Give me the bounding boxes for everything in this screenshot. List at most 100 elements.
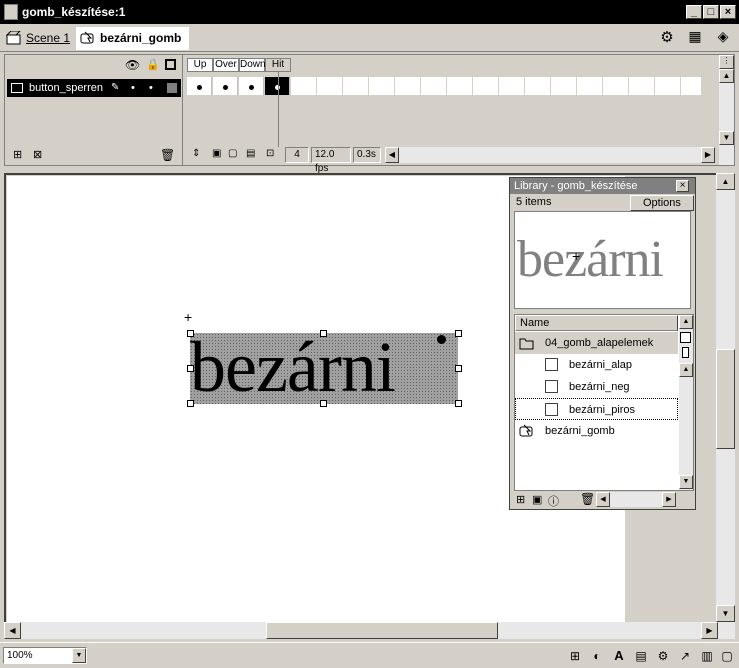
- delete-icon[interactable]: 🗑: [580, 492, 595, 506]
- add-guide-layer-icon[interactable]: ⊠: [33, 150, 47, 162]
- center-frame-icon[interactable]: ⇕: [189, 147, 203, 163]
- library-vscroll[interactable]: ▲ ▲ ▼: [679, 315, 693, 490]
- button-icon: [519, 424, 533, 437]
- symbol-tab[interactable]: bezárni_gomb: [76, 27, 190, 50]
- wide-view-icon[interactable]: [680, 332, 691, 343]
- scroll-right-icon[interactable]: ▶: [662, 492, 676, 507]
- library-hscroll[interactable]: [610, 492, 662, 507]
- list-item[interactable]: bezárni_neg: [515, 376, 678, 398]
- frame-up[interactable]: [187, 77, 212, 95]
- scene-icon: [6, 31, 21, 45]
- selection-handle[interactable]: [320, 330, 327, 337]
- frame-down[interactable]: [239, 77, 264, 95]
- transform-point[interactable]: [437, 335, 446, 344]
- selection-handle[interactable]: [187, 400, 194, 407]
- delete-layer-icon[interactable]: 🗑: [160, 149, 175, 162]
- narrow-view-icon[interactable]: [682, 347, 689, 358]
- chevron-down-icon[interactable]: ▼: [72, 648, 86, 663]
- scroll-thumb[interactable]: [266, 622, 498, 639]
- name-column-header[interactable]: Name: [515, 315, 678, 331]
- frame-number: 4: [285, 147, 309, 163]
- library-icon[interactable]: ▥: [700, 649, 714, 663]
- library-title-bar[interactable]: Library - gomb_készítése ×: [510, 178, 695, 194]
- selection-handle[interactable]: [320, 400, 327, 407]
- new-symbol-icon[interactable]: ⊞: [516, 493, 525, 506]
- scroll-thumb[interactable]: [716, 349, 735, 449]
- scroll-left-icon[interactable]: ◀: [4, 622, 21, 639]
- playhead[interactable]: [278, 72, 279, 147]
- instance-panel-icon[interactable]: ▤: [634, 649, 648, 663]
- scroll-up-icon[interactable]: ▲: [679, 315, 693, 329]
- list-item[interactable]: bezárni_piros: [515, 398, 678, 420]
- scroll-left-icon[interactable]: ◀: [385, 147, 399, 163]
- effects-panel-icon[interactable]: ⚙: [656, 649, 670, 663]
- edit-symbols-icon[interactable]: ▦: [684, 28, 706, 48]
- character-panel-icon[interactable]: A: [612, 649, 626, 663]
- scroll-down-icon[interactable]: ▼: [716, 605, 735, 622]
- options-menu[interactable]: Options: [630, 195, 694, 211]
- zoom-select[interactable]: 100% ▼: [3, 647, 87, 664]
- frame-header-hit[interactable]: Hit: [265, 58, 291, 72]
- eye-icon[interactable]: 👁: [125, 58, 140, 72]
- selection-handle[interactable]: [187, 330, 194, 337]
- selection-handle[interactable]: [455, 400, 462, 407]
- edit-scene-icon[interactable]: ⚙: [656, 28, 678, 48]
- scroll-right-icon[interactable]: ▶: [701, 622, 718, 639]
- scroll-up-icon[interactable]: ▲: [716, 173, 735, 190]
- fill-panel-icon[interactable]: ◐: [590, 649, 604, 663]
- new-folder-icon[interactable]: ▣: [532, 493, 542, 506]
- keyframe-dot: [223, 85, 228, 90]
- stage-hscroll[interactable]: ◀ ▶: [4, 622, 735, 639]
- layer-outline-swatch[interactable]: [167, 83, 177, 93]
- properties-icon[interactable]: ▢: [720, 649, 734, 663]
- close-icon[interactable]: ×: [676, 180, 689, 192]
- library-panel: Library - gomb_készítése × 5 items Optio…: [509, 177, 696, 510]
- text-object[interactable]: bezárni: [190, 327, 458, 407]
- lock-icon[interactable]: 🔒: [146, 58, 160, 71]
- list-item[interactable]: bezárni_alap: [515, 354, 678, 376]
- movie-explorer-icon[interactable]: ↗: [678, 649, 692, 663]
- maximize-icon[interactable]: □: [703, 5, 719, 19]
- info-panel-icon[interactable]: ⊞: [568, 649, 582, 663]
- scroll-up-icon[interactable]: ▲: [719, 69, 734, 83]
- edit-multiple-icon[interactable]: ▤: [243, 147, 258, 163]
- scroll-down-icon[interactable]: ▼: [679, 475, 693, 489]
- scroll-right-icon[interactable]: ▶: [701, 147, 715, 163]
- timeline-menu-icon[interactable]: ⋮: [719, 55, 734, 69]
- symbols-icon[interactable]: ◈: [712, 28, 734, 48]
- empty-frames[interactable]: [291, 77, 701, 95]
- modify-markers-icon[interactable]: ⊡: [263, 147, 277, 163]
- timeline-footer: ⇕ ▣ ▢ ▤ ⊡ 4 12.0 fps 0.3s ◀ ▶: [185, 147, 719, 174]
- outline-icon[interactable]: [165, 59, 176, 70]
- timeline-hscroll[interactable]: ◀ ▶: [385, 147, 715, 163]
- layer-lock-dot[interactable]: •: [149, 79, 153, 97]
- list-item[interactable]: bezárni_gomb: [515, 420, 678, 442]
- scroll-down-icon[interactable]: ▼: [719, 131, 734, 145]
- layer-row[interactable]: button_sperren ✎ • •: [7, 79, 181, 97]
- timeline-vscroll[interactable]: ⋮ ▲ ▼: [719, 55, 734, 165]
- frame-header-up[interactable]: Up: [187, 58, 213, 72]
- insert-layer-icon[interactable]: ⊞: [13, 150, 27, 162]
- selection-handle[interactable]: [455, 365, 462, 372]
- layers-column: 👁 🔒 button_sperren ✎ • • ⊞ ⊠ 🗑: [5, 55, 183, 165]
- minimize-icon[interactable]: _: [686, 5, 702, 19]
- layer-visible-dot[interactable]: •: [131, 79, 135, 97]
- frame-over[interactable]: [213, 77, 238, 95]
- properties-icon[interactable]: ⓘ: [548, 493, 559, 509]
- selection-handle[interactable]: [455, 330, 462, 337]
- onion-skin-icon[interactable]: ▣: [209, 147, 224, 163]
- selection-handle[interactable]: [187, 365, 194, 372]
- scroll-up-icon[interactable]: ▲: [679, 363, 693, 377]
- scene-bar: Scene 1 bezárni_gomb ⚙ ▦ ◈: [0, 24, 739, 52]
- frame-header-down[interactable]: Down: [239, 58, 266, 72]
- scene-tab[interactable]: Scene 1: [6, 29, 70, 49]
- list-item[interactable]: 04_gomb_alapelemek: [515, 332, 678, 354]
- keyframe-dot: [197, 85, 202, 90]
- stage-vscroll[interactable]: ▲ ▼: [716, 173, 735, 622]
- onion-outline-icon[interactable]: ▢: [225, 147, 240, 163]
- folder-icon: [519, 338, 534, 350]
- close-icon[interactable]: ×: [720, 5, 736, 19]
- timeline-panel: 👁 🔒 button_sperren ✎ • • ⊞ ⊠ 🗑 Up Over D…: [4, 54, 735, 174]
- scroll-left-icon[interactable]: ◀: [596, 492, 610, 507]
- frame-header-over[interactable]: Over: [213, 58, 239, 72]
